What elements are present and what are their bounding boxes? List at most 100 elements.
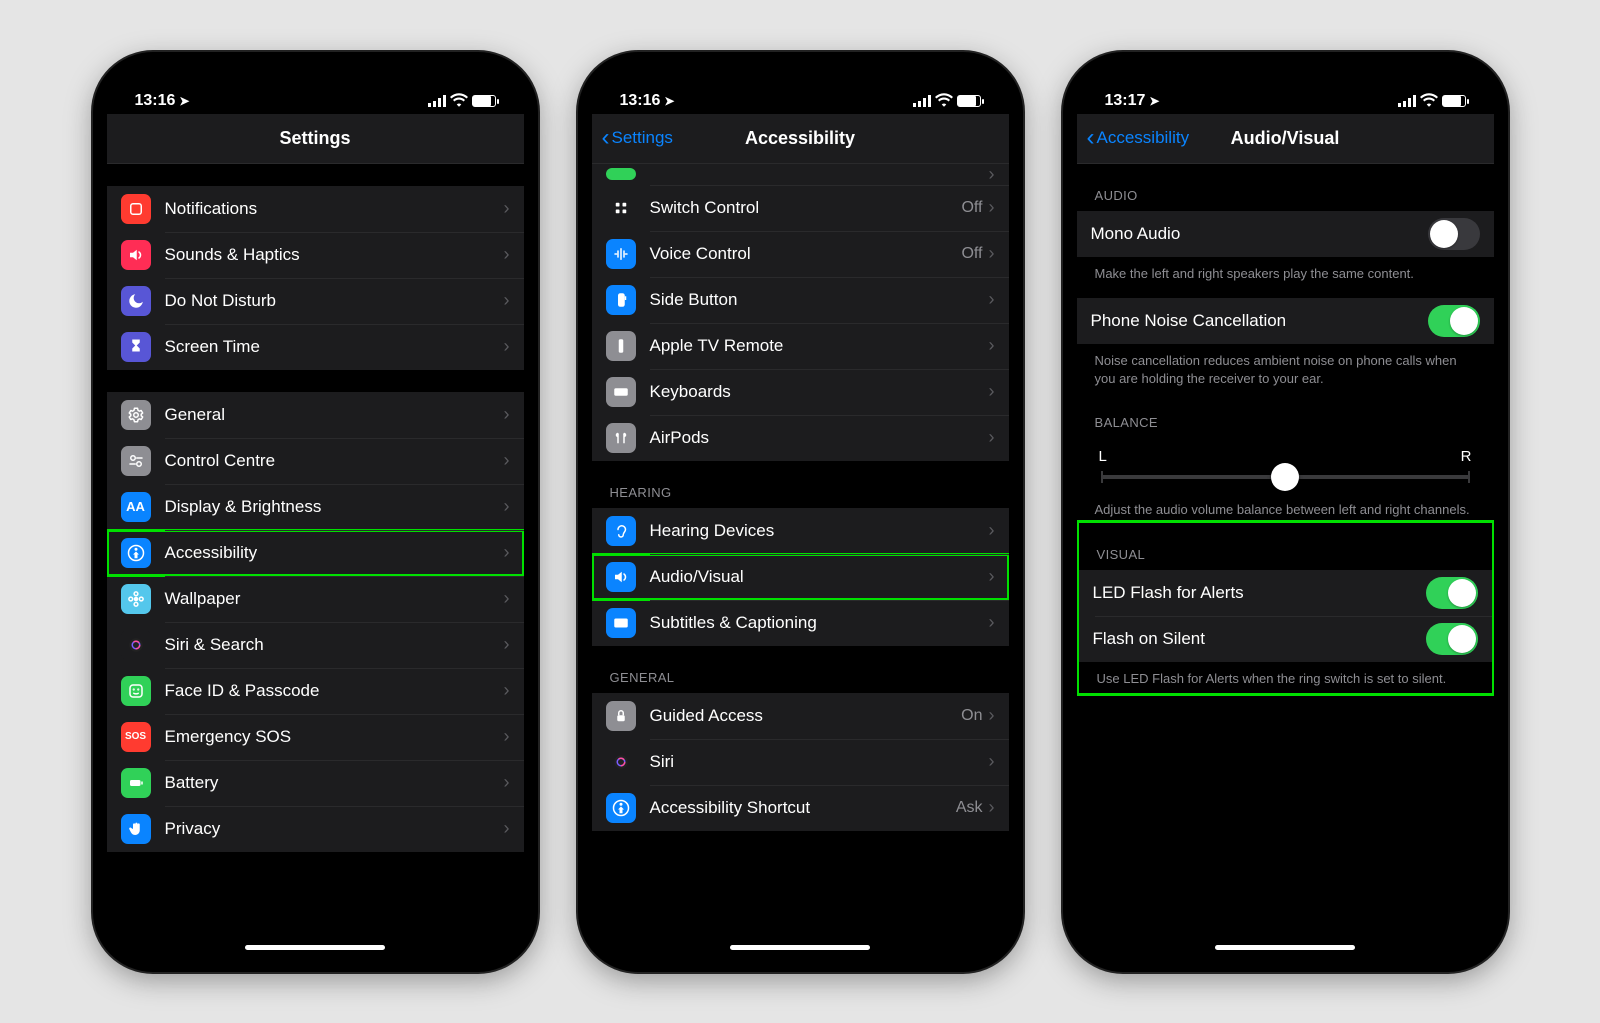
chevron-right-icon: › <box>989 427 995 448</box>
status-time: 13:16 <box>135 92 176 110</box>
home-indicator[interactable] <box>245 945 385 950</box>
remote-icon <box>606 331 636 361</box>
row-label: Mono Audio <box>1091 224 1428 244</box>
row-label: Accessibility Shortcut <box>650 798 956 818</box>
home-indicator[interactable] <box>1215 945 1355 950</box>
settings-list: Mono Audio <box>1077 211 1494 257</box>
toggle-flashsilent[interactable] <box>1426 623 1478 655</box>
partial-icon <box>606 168 636 180</box>
settings-row-notifications[interactable]: Notifications › <box>107 186 524 232</box>
iphone-frame-3: 13:17 ➤ ‹ Accessibility Audio/Visual Aud… <box>1063 52 1508 972</box>
nav-title: Audio/Visual <box>1231 128 1340 149</box>
subtitles-icon <box>606 608 636 638</box>
settings-row-general[interactable]: General › <box>107 392 524 438</box>
row-label: Voice Control <box>650 244 962 264</box>
nav-back-button[interactable]: ‹ Accessibility <box>1087 114 1190 163</box>
lock-icon <box>606 701 636 731</box>
wifi-icon <box>935 93 953 110</box>
settings-row-screentime[interactable]: Screen Time › <box>107 324 524 370</box>
settings-row-privacy[interactable]: Privacy › <box>107 806 524 852</box>
settings-row-switchcontrol[interactable]: Switch Control Off › <box>592 185 1009 231</box>
settings-row-keyboards[interactable]: Keyboards › <box>592 369 1009 415</box>
slider-label-left: L <box>1099 448 1107 465</box>
settings-row-display[interactable]: AA Display & Brightness › <box>107 484 524 530</box>
siri-icon <box>121 630 151 660</box>
settings-row-audiovisual[interactable]: Audio/Visual › <box>592 554 1009 600</box>
content-scroll[interactable]: Audio Mono Audio Make the left and right… <box>1077 164 1494 958</box>
location-icon: ➤ <box>664 94 674 108</box>
settings-row-voicecontrol[interactable]: Voice Control Off › <box>592 231 1009 277</box>
settings-row-sidebutton[interactable]: Side Button › <box>592 277 1009 323</box>
screen: 13:16 ➤ Settings Notifications › Sounds … <box>107 66 524 958</box>
settings-row-appletv[interactable]: Apple TV Remote › <box>592 323 1009 369</box>
siri-icon <box>606 747 636 777</box>
settings-row-guidedaccess[interactable]: Guided Access On › <box>592 693 1009 739</box>
chevron-right-icon: › <box>504 450 510 471</box>
battery-icon <box>472 95 496 107</box>
nav-bar: ‹ Accessibility Audio/Visual <box>1077 114 1494 164</box>
chevron-right-icon: › <box>989 705 995 726</box>
settings-row-battery[interactable]: Battery › <box>107 760 524 806</box>
airpods-icon <box>606 423 636 453</box>
settings-row-airpods[interactable]: AirPods › <box>592 415 1009 461</box>
settings-row-accessibility[interactable]: Accessibility › <box>107 530 524 576</box>
settings-row-faceid[interactable]: Face ID & Passcode › <box>107 668 524 714</box>
toggle-noise[interactable] <box>1428 305 1480 337</box>
chevron-right-icon: › <box>504 818 510 839</box>
battery-icon <box>121 768 151 798</box>
toggle-mono[interactable] <box>1428 218 1480 250</box>
chevron-right-icon: › <box>989 164 995 185</box>
row-label: Emergency SOS <box>165 727 504 747</box>
content-scroll[interactable]: Notifications › Sounds & Haptics › Do No… <box>107 164 524 958</box>
chevron-right-icon: › <box>989 243 995 264</box>
group-header: Audio <box>1077 164 1494 211</box>
row-label: Guided Access <box>650 706 962 726</box>
settings-row-partial[interactable]: › <box>592 164 1009 185</box>
grid-icon <box>606 193 636 223</box>
switches-icon <box>121 446 151 476</box>
group-footer: Use LED Flash for Alerts when the ring s… <box>1079 662 1492 692</box>
row-label: Hearing Devices <box>650 521 989 541</box>
wallpaper-icon <box>121 584 151 614</box>
settings-row-shortcut[interactable]: Accessibility Shortcut Ask › <box>592 785 1009 831</box>
voice-icon <box>606 239 636 269</box>
nav-back-label: Settings <box>612 128 673 148</box>
settings-list: Hearing Devices › Audio/Visual › Subtitl… <box>592 508 1009 646</box>
row-detail: Ask <box>956 799 983 817</box>
nav-back-button[interactable]: ‹ Settings <box>602 114 673 163</box>
balance-slider[interactable] <box>1101 475 1470 479</box>
row-label: Notifications <box>165 199 504 219</box>
settings-list: General › Control Centre › AA Display & … <box>107 392 524 852</box>
settings-row-siri2[interactable]: Siri › <box>592 739 1009 785</box>
cellular-icon <box>913 95 931 107</box>
wifi-icon <box>450 93 468 110</box>
toggle-ledflash[interactable] <box>1426 577 1478 609</box>
settings-row-siri[interactable]: Siri & Search › <box>107 622 524 668</box>
settings-row-controlcentre[interactable]: Control Centre › <box>107 438 524 484</box>
settings-row-sos[interactable]: SOS Emergency SOS › <box>107 714 524 760</box>
chevron-right-icon: › <box>989 520 995 541</box>
settings-row-hearingdevices[interactable]: Hearing Devices › <box>592 508 1009 554</box>
row-label: Subtitles & Captioning <box>650 613 989 633</box>
iphone-frame-1: 13:16 ➤ Settings Notifications › Sounds … <box>93 52 538 972</box>
slider-label-right: R <box>1461 448 1472 465</box>
home-indicator[interactable] <box>730 945 870 950</box>
settings-row-sounds[interactable]: Sounds & Haptics › <box>107 232 524 278</box>
settings-list: › Switch Control Off › Voice Control Off… <box>592 164 1009 461</box>
ear-icon <box>606 516 636 546</box>
gear-icon <box>121 400 151 430</box>
settings-list: LED Flash for Alerts Flash on Silent <box>1079 570 1492 662</box>
chevron-right-icon: › <box>504 496 510 517</box>
chevron-right-icon: › <box>504 336 510 357</box>
settings-row-subtitles[interactable]: Subtitles & Captioning › <box>592 600 1009 646</box>
content-scroll[interactable]: › Switch Control Off › Voice Control Off… <box>592 164 1009 958</box>
settings-row-wallpaper[interactable]: Wallpaper › <box>107 576 524 622</box>
row-label: Phone Noise Cancellation <box>1091 311 1428 331</box>
group-footer: Noise cancellation reduces ambient noise… <box>1077 344 1494 391</box>
accessibility-icon <box>606 793 636 823</box>
group-header: Balance <box>1077 391 1494 438</box>
location-icon: ➤ <box>1149 94 1159 108</box>
notifications-icon <box>121 194 151 224</box>
settings-row-dnd[interactable]: Do Not Disturb › <box>107 278 524 324</box>
row-label: AirPods <box>650 428 989 448</box>
